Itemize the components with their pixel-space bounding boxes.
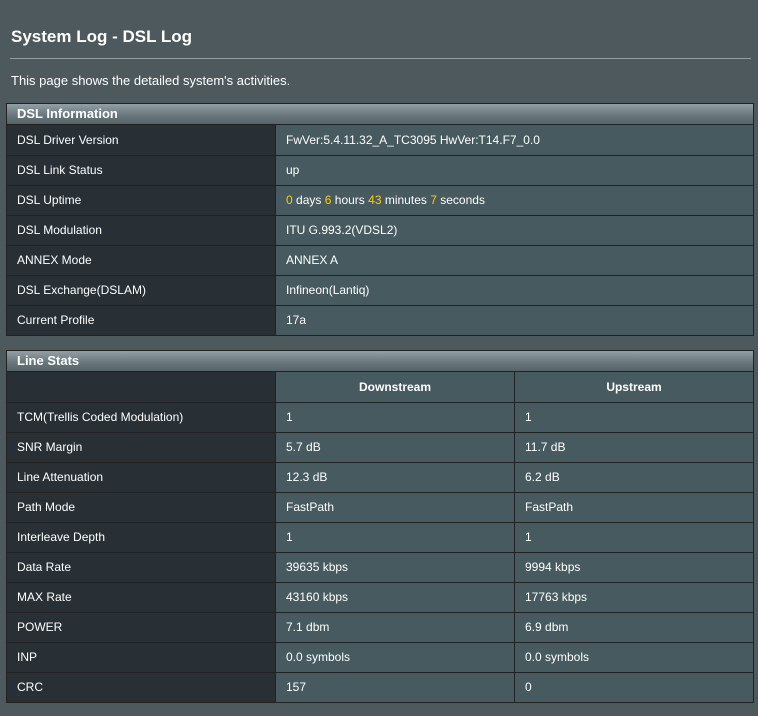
upstream-value: 11.7 dB <box>514 431 753 463</box>
dsl-information-header: DSL Information <box>7 104 753 125</box>
downstream-value: 1 <box>275 521 515 553</box>
downstream-value: 157 <box>275 671 515 702</box>
title-divider <box>10 58 751 59</box>
stats-label: Path Mode <box>7 491 276 523</box>
info-label: DSL Driver Version <box>7 125 276 156</box>
stats-label: Line Attenuation <box>7 461 276 493</box>
downstream-value: 43160 kbps <box>275 581 515 613</box>
line-stats-header: Line Stats <box>7 351 753 372</box>
stats-row-max-rate: MAX Rate 43160 kbps 17763 kbps <box>7 581 753 613</box>
info-row-link-status: DSL Link Status up <box>7 154 753 186</box>
dsl-information-panel: DSL Information DSL Driver Version FwVer… <box>6 103 754 336</box>
uptime-hours: 6 <box>324 193 332 207</box>
info-label: DSL Link Status <box>7 154 276 186</box>
uptime-days: 0 <box>286 193 293 207</box>
stats-row-interleave-depth: Interleave Depth 1 1 <box>7 521 753 553</box>
stats-row-crc: CRC 157 0 <box>7 671 753 702</box>
downstream-value: 5.7 dB <box>275 431 515 463</box>
info-value: FwVer:5.4.11.32_A_TC3095 HwVer:T14.F7_0.… <box>275 125 753 156</box>
info-row-driver-version: DSL Driver Version FwVer:5.4.11.32_A_TC3… <box>7 125 753 156</box>
line-stats-panel: Line Stats Downstream Upstream TCM(Trell… <box>6 350 754 703</box>
stats-row-inp: INP 0.0 symbols 0.0 symbols <box>7 641 753 673</box>
info-label: DSL Modulation <box>7 214 276 246</box>
upstream-value: 1 <box>514 401 753 433</box>
info-row-modulation: DSL Modulation ITU G.993.2(VDSL2) <box>7 214 753 246</box>
upstream-value: FastPath <box>514 491 753 523</box>
downstream-value: 1 <box>275 401 515 433</box>
upstream-value: 0 <box>514 671 753 702</box>
upstream-column-header: Upstream <box>514 372 753 403</box>
uptime-days-unit: days <box>296 193 322 207</box>
info-value: Infineon(Lantiq) <box>275 274 753 306</box>
uptime-seconds: 7 <box>430 193 437 207</box>
info-label: DSL Uptime <box>7 184 276 216</box>
uptime-seconds-unit: seconds <box>440 193 485 207</box>
info-value: up <box>275 154 753 186</box>
stats-row-power: POWER 7.1 dbm 6.9 dbm <box>7 611 753 643</box>
blank-column-header <box>7 372 276 403</box>
uptime-hours-unit: hours <box>334 193 365 207</box>
stats-row-snr-margin: SNR Margin 5.7 dB 11.7 dB <box>7 431 753 463</box>
downstream-value: 0.0 symbols <box>275 641 515 673</box>
info-value: ITU G.993.2(VDSL2) <box>275 214 753 246</box>
dsl-log-page: System Log - DSL Log This page shows the… <box>0 0 758 716</box>
line-stats-column-headers: Downstream Upstream <box>7 372 753 403</box>
uptime-minutes-unit: minutes <box>384 193 427 207</box>
info-row-uptime: DSL Uptime 0 days 6 hours 43 minutes 7 s… <box>7 184 753 216</box>
info-row-dslam: DSL Exchange(DSLAM) Infineon(Lantiq) <box>7 274 753 306</box>
stats-label: Interleave Depth <box>7 521 276 553</box>
upstream-value: 6.2 dB <box>514 461 753 493</box>
stats-label: INP <box>7 641 276 673</box>
upstream-value: 1 <box>514 521 753 553</box>
uptime-minutes: 43 <box>368 193 382 207</box>
stats-row-line-attenuation: Line Attenuation 12.3 dB 6.2 dB <box>7 461 753 493</box>
info-label: DSL Exchange(DSLAM) <box>7 274 276 306</box>
stats-row-path-mode: Path Mode FastPath FastPath <box>7 491 753 523</box>
downstream-value: 7.1 dbm <box>275 611 515 643</box>
upstream-value: 6.9 dbm <box>514 611 753 643</box>
dsl-information-table: DSL Driver Version FwVer:5.4.11.32_A_TC3… <box>7 125 753 335</box>
info-row-annex-mode: ANNEX Mode ANNEX A <box>7 244 753 276</box>
downstream-value: 39635 kbps <box>275 551 515 583</box>
info-label: ANNEX Mode <box>7 244 276 276</box>
uptime-value: 0 days 6 hours 43 minutes 7 seconds <box>275 184 753 216</box>
stats-label: POWER <box>7 611 276 643</box>
stats-label: TCM(Trellis Coded Modulation) <box>7 401 276 433</box>
stats-label: Data Rate <box>7 551 276 583</box>
stats-label: CRC <box>7 671 276 702</box>
stats-label: MAX Rate <box>7 581 276 613</box>
info-row-current-profile: Current Profile 17a <box>7 304 753 335</box>
stats-row-data-rate: Data Rate 39635 kbps 9994 kbps <box>7 551 753 583</box>
info-value: ANNEX A <box>275 244 753 276</box>
downstream-value: 12.3 dB <box>275 461 515 493</box>
info-value: 17a <box>275 304 753 335</box>
upstream-value: 9994 kbps <box>514 551 753 583</box>
downstream-column-header: Downstream <box>275 372 515 403</box>
line-stats-table: Downstream Upstream TCM(Trellis Coded Mo… <box>7 372 753 702</box>
page-description: This page shows the detailed system's ac… <box>11 73 291 88</box>
page-title: System Log - DSL Log <box>11 27 193 46</box>
downstream-value: FastPath <box>275 491 515 523</box>
upstream-value: 17763 kbps <box>514 581 753 613</box>
upstream-value: 0.0 symbols <box>514 641 753 673</box>
stats-row-tcm: TCM(Trellis Coded Modulation) 1 1 <box>7 401 753 433</box>
info-label: Current Profile <box>7 304 276 335</box>
stats-label: SNR Margin <box>7 431 276 463</box>
